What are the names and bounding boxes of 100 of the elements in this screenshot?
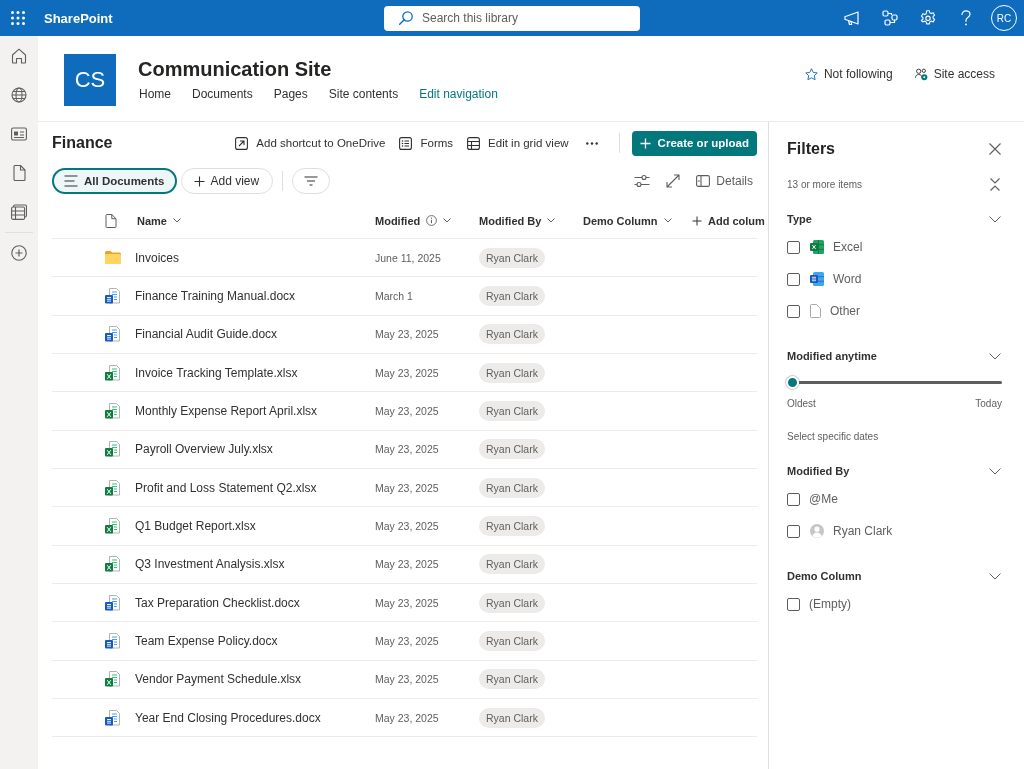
column-header[interactable]: Demo Column: [583, 206, 672, 235]
file-name-link[interactable]: Monthly Expense Report April.xlsx: [135, 403, 375, 418]
chevron-down-icon: [989, 352, 1001, 360]
filter-section-toggle[interactable]: Modified anytime: [787, 344, 1002, 368]
chevron-down-icon: [989, 467, 1001, 475]
person-name[interactable]: Ryan Clark: [479, 362, 545, 383]
more-icon: [585, 141, 598, 145]
site-access-button[interactable]: Site access: [914, 66, 995, 82]
create-or-upload-button[interactable]: Create or upload: [631, 130, 757, 156]
person-name[interactable]: Ryan Clark: [479, 515, 545, 536]
spreadsheet-icon: [105, 402, 120, 419]
checkbox[interactable]: [787, 304, 800, 318]
file-name-link[interactable]: Vendor Payment Schedule.xlsx: [135, 672, 375, 687]
filter-section-toggle[interactable]: Type: [787, 207, 1002, 231]
add-view-button[interactable]: Add view: [180, 168, 274, 194]
modified-date: May 23, 2025: [375, 366, 440, 379]
checkbox[interactable]: [787, 240, 800, 254]
file-name-link[interactable]: Q3 Investment Analysis.xlsx: [135, 557, 375, 572]
checkbox[interactable]: [787, 272, 800, 286]
spreadsheet-icon: [105, 479, 120, 496]
person-name[interactable]: Ryan Clark: [479, 592, 545, 613]
settings-icon: [920, 10, 936, 26]
spreadsheet-icon: [105, 441, 120, 458]
command-button[interactable]: Add shortcut to OneDrive: [228, 129, 393, 157]
file-name-link[interactable]: Year End Closing Procedures.docx: [135, 710, 375, 725]
home-icon: [11, 47, 27, 64]
filter-button[interactable]: [292, 168, 331, 194]
person-name[interactable]: Ryan Clark: [479, 707, 545, 728]
file-name-link[interactable]: Q1 Budget Report.xlsx: [135, 518, 375, 533]
column-header[interactable]: Name: [135, 206, 181, 235]
plus-icon: [193, 175, 205, 187]
command-button[interactable]: Edit in grid view: [460, 129, 576, 157]
people-settings-icon: [914, 67, 928, 81]
info-icon: [426, 215, 438, 226]
filter-icon: [304, 176, 319, 186]
spreadsheet-icon: [105, 556, 120, 573]
close-icon: [989, 143, 1001, 155]
filter-section-toggle[interactable]: Modified By: [787, 459, 1002, 483]
search-field[interactable]: Search this library: [384, 5, 640, 31]
stacked-lists-icon: [11, 203, 27, 220]
modified-date: May 23, 2025: [375, 596, 440, 609]
file-name-link[interactable]: Profit and Loss Statement Q2.xlsx: [135, 480, 375, 495]
column-header[interactable]: Modified: [375, 206, 452, 235]
add-column-button[interactable]: Add colum: [692, 206, 765, 235]
nav-link[interactable]: Home: [139, 86, 171, 102]
details-button[interactable]: Details: [688, 168, 757, 194]
waffle-icon: [11, 11, 25, 25]
page-icon: [12, 164, 26, 181]
file-name-link[interactable]: Financial Audit Guide.docx: [135, 327, 375, 342]
person-name[interactable]: Ryan Clark: [479, 554, 545, 575]
person-name[interactable]: Ryan Clark: [479, 286, 545, 306]
date-slider-track[interactable]: [786, 376, 1002, 389]
details-pane-icon: [696, 175, 711, 187]
file-name-link[interactable]: Team Expense Policy.docx: [135, 633, 375, 648]
slider-thumb[interactable]: [786, 376, 799, 389]
person-name[interactable]: Ryan Clark: [479, 247, 545, 268]
nav-link[interactable]: Pages: [273, 86, 308, 102]
help-icon: [961, 10, 971, 26]
view-tab[interactable]: All Documents: [52, 168, 177, 194]
checkbox[interactable]: [787, 492, 800, 506]
edit-navigation-link[interactable]: Edit navigation: [419, 86, 498, 102]
nav-link[interactable]: Documents: [192, 86, 253, 102]
file-name-link[interactable]: Invoice Tracking Template.xlsx: [135, 365, 375, 380]
checkbox[interactable]: [787, 524, 800, 538]
person-name[interactable]: Ryan Clark: [479, 324, 545, 345]
file-name-link[interactable]: Tax Preparation Checklist.docx: [135, 595, 375, 610]
follow-button[interactable]: Not following: [804, 66, 893, 82]
nav-link[interactable]: Site contents: [328, 86, 399, 102]
person-name[interactable]: Ryan Clark: [479, 439, 545, 460]
app-name-link[interactable]: SharePoint: [44, 10, 113, 26]
site-title[interactable]: Communication Site: [138, 56, 498, 82]
account-button[interactable]: RC: [985, 0, 1023, 36]
nodes-icon: [882, 10, 898, 26]
file-name-link[interactable]: Invoices: [135, 250, 375, 265]
modified-date: May 23, 2025: [375, 443, 440, 456]
person-name[interactable]: Ryan Clark: [479, 630, 545, 651]
document-icon: [105, 326, 120, 343]
person-icon: [810, 524, 824, 538]
file-name-link[interactable]: Finance Training Manual.docx: [135, 289, 375, 303]
person-name[interactable]: Ryan Clark: [479, 477, 545, 498]
modified-date: May 23, 2025: [375, 481, 440, 494]
chevron-down-icon: [989, 572, 1001, 580]
file-name-link[interactable]: Payroll Overview July.xlsx: [135, 442, 375, 457]
collapse-icon: [990, 177, 1000, 191]
document-icon: [105, 594, 120, 611]
filter-section-toggle[interactable]: Demo Column: [787, 564, 1002, 588]
modified-date: May 23, 2025: [375, 711, 440, 724]
plus-icon: [692, 215, 702, 226]
checkbox[interactable]: [787, 597, 800, 611]
modified-date: June 11, 2025: [375, 251, 442, 264]
column-header[interactable]: Modified By: [479, 206, 556, 235]
select-dates-link[interactable]: Select specific dates: [787, 431, 1002, 442]
modified-date: March 1: [375, 290, 414, 302]
option-label: Other: [830, 304, 860, 318]
command-button[interactable]: Forms: [392, 129, 461, 157]
person-name[interactable]: Ryan Clark: [479, 400, 545, 421]
item-count: 13 or more items: [787, 178, 863, 190]
site-logo[interactable]: CS: [64, 54, 116, 106]
person-name[interactable]: Ryan Clark: [479, 669, 545, 690]
chevron-down-icon: [443, 218, 452, 223]
